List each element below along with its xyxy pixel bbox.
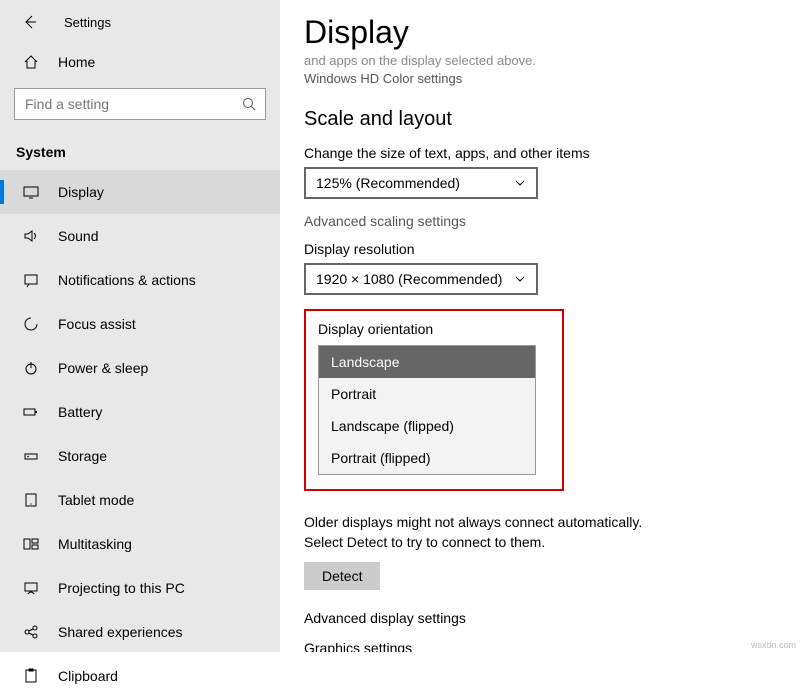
projecting-icon [22,580,40,596]
sidebar-item-label: Clipboard [58,668,118,684]
multitasking-icon [22,536,40,552]
window-title: Settings [64,15,111,30]
orientation-option-portrait[interactable]: Portrait [319,378,535,410]
chevron-down-icon [514,177,526,189]
sidebar-item-label: Notifications & actions [58,272,196,288]
sidebar-item-label: Projecting to this PC [58,580,185,596]
focus-icon [22,316,40,332]
home-label: Home [58,54,95,70]
text-size-label: Change the size of text, apps, and other… [304,145,770,161]
search-field[interactable] [23,95,241,113]
text-size-select[interactable]: 125% (Recommended) [304,167,538,199]
orientation-option-landscape-flipped[interactable]: Landscape (flipped) [319,410,535,442]
section-header: System [0,130,280,170]
display-icon [22,184,40,200]
storage-icon [22,448,40,464]
orientation-label: Display orientation [318,321,550,337]
back-button[interactable] [20,12,40,32]
sidebar-item-shared-experiences[interactable]: Shared experiences [0,610,280,654]
scale-heading: Scale and layout [304,108,770,131]
sidebar-item-label: Sound [58,228,98,244]
resolution-select[interactable]: 1920 × 1080 (Recommended) [304,263,538,295]
sidebar-item-multitasking[interactable]: Multitasking [0,522,280,566]
orientation-dropdown-open[interactable]: Landscape Portrait Landscape (flipped) P… [318,345,536,475]
detect-help-text: Older displays might not always connect … [304,513,684,552]
sidebar: Settings Home System Display Sound Notif… [0,0,280,652]
sidebar-item-label: Power & sleep [58,360,148,376]
clipboard-icon [22,668,40,684]
notifications-icon [22,272,40,288]
resolution-value: 1920 × 1080 (Recommended) [316,271,502,287]
shared-icon [22,624,40,640]
sidebar-item-notifications[interactable]: Notifications & actions [0,258,280,302]
detect-button[interactable]: Detect [304,562,380,590]
sound-icon [22,228,40,244]
advanced-display-link[interactable]: Advanced display settings [304,610,770,626]
subtitle-text: and apps on the display selected above. [304,53,770,68]
sidebar-item-battery[interactable]: Battery [0,390,280,434]
page-title: Display [304,14,770,51]
sidebar-item-label: Storage [58,448,107,464]
home-icon [22,54,40,70]
power-icon [22,360,40,376]
search-icon [241,96,257,112]
hd-color-link[interactable]: Windows HD Color settings [304,71,462,86]
sidebar-item-display[interactable]: Display [0,170,280,214]
sidebar-item-label: Tablet mode [58,492,134,508]
sidebar-item-clipboard[interactable]: Clipboard [0,654,280,698]
orientation-highlight-box: Display orientation Landscape Portrait L… [304,309,564,491]
sidebar-item-power-sleep[interactable]: Power & sleep [0,346,280,390]
sidebar-item-tablet-mode[interactable]: Tablet mode [0,478,280,522]
sidebar-item-storage[interactable]: Storage [0,434,280,478]
sidebar-item-label: Shared experiences [58,624,183,640]
chevron-down-icon [514,273,526,285]
tablet-icon [22,492,40,508]
sidebar-item-sound[interactable]: Sound [0,214,280,258]
home-nav[interactable]: Home [0,44,280,80]
sidebar-item-label: Multitasking [58,536,132,552]
sidebar-item-label: Focus assist [58,316,136,332]
graphics-settings-link[interactable]: Graphics settings [304,640,770,652]
orientation-option-portrait-flipped[interactable]: Portrait (flipped) [319,442,535,474]
battery-icon [22,404,40,420]
orientation-option-landscape[interactable]: Landscape [319,346,535,378]
sidebar-item-label: Battery [58,404,102,420]
resolution-label: Display resolution [304,241,770,257]
sidebar-item-projecting[interactable]: Projecting to this PC [0,566,280,610]
sidebar-item-label: Display [58,184,104,200]
search-input[interactable] [14,88,266,120]
sidebar-item-focus-assist[interactable]: Focus assist [0,302,280,346]
advanced-scaling-link[interactable]: Advanced scaling settings [304,213,770,229]
content-pane: Display and apps on the display selected… [280,0,800,652]
text-size-value: 125% (Recommended) [316,175,460,191]
watermark-text: wsxdn.com [751,640,796,650]
